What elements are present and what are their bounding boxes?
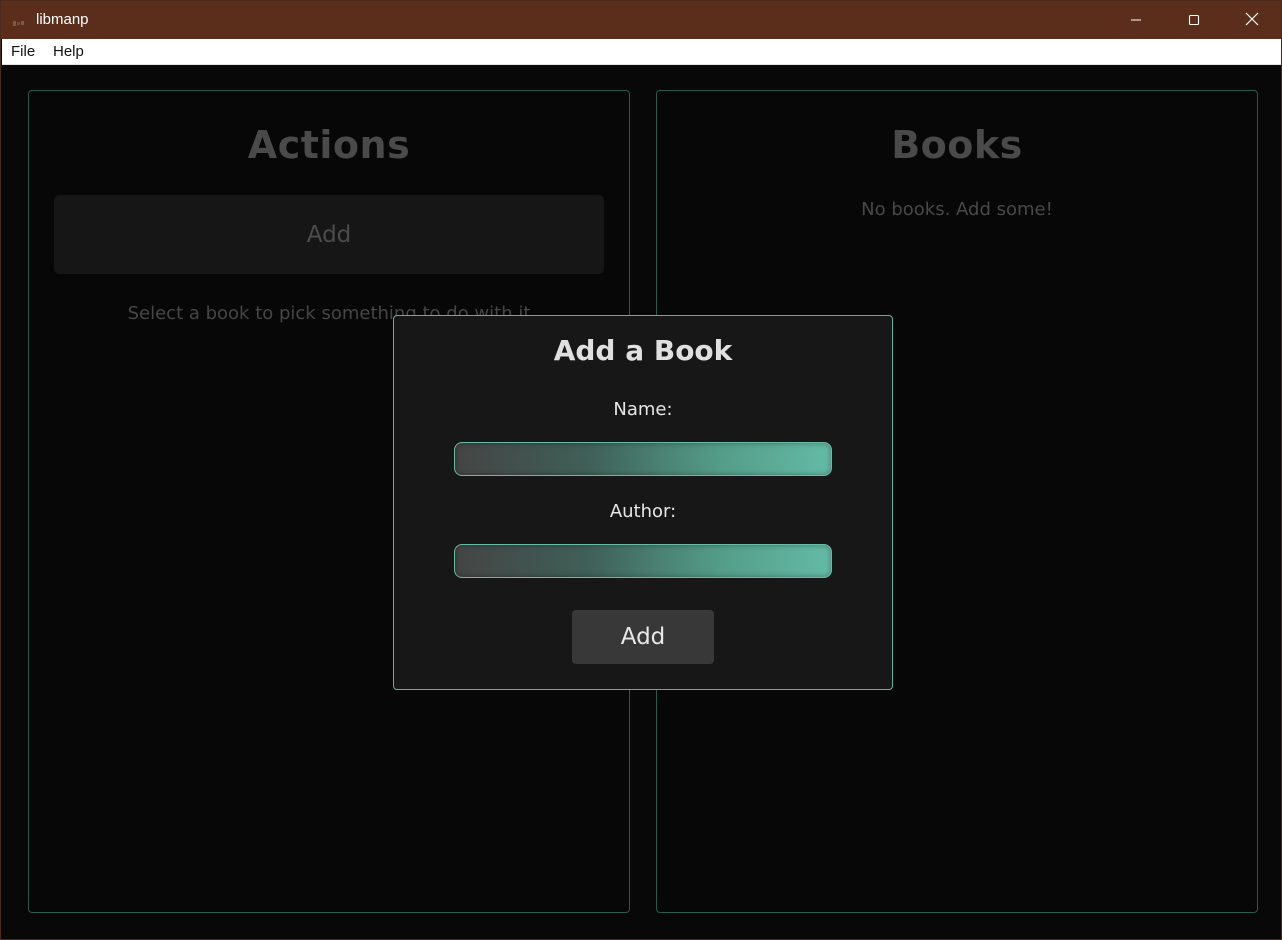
title-bar[interactable]: libmanp — [1, 1, 1281, 39]
app-window: libmanp File Help Actions Add Select a b… — [0, 0, 1282, 940]
dialog-add-button[interactable]: Add — [572, 610, 714, 664]
author-label: Author: — [609, 501, 677, 522]
menu-help[interactable]: Help — [53, 43, 84, 60]
name-input[interactable] — [454, 442, 832, 476]
close-icon — [1245, 11, 1259, 30]
maximize-button[interactable] — [1165, 1, 1223, 39]
maximize-icon — [1188, 11, 1200, 30]
menu-bar: File Help — [2, 39, 1281, 65]
dialog-title: Add a Book — [553, 334, 733, 367]
minimize-button[interactable] — [1107, 1, 1165, 39]
menu-file[interactable]: File — [11, 43, 35, 60]
minimize-icon — [1130, 11, 1142, 30]
books-title: Books — [891, 123, 1023, 167]
close-button[interactable] — [1223, 1, 1281, 39]
app-icon — [13, 14, 27, 26]
books-empty-message: No books. Add some! — [861, 199, 1053, 220]
actions-title: Actions — [247, 123, 411, 167]
author-input[interactable] — [454, 544, 832, 578]
add-book-dialog: Add a Book Name: Author: Add — [393, 315, 893, 690]
add-button[interactable]: Add — [54, 195, 604, 274]
name-label: Name: — [613, 399, 673, 420]
window-title: libmanp — [36, 11, 89, 28]
